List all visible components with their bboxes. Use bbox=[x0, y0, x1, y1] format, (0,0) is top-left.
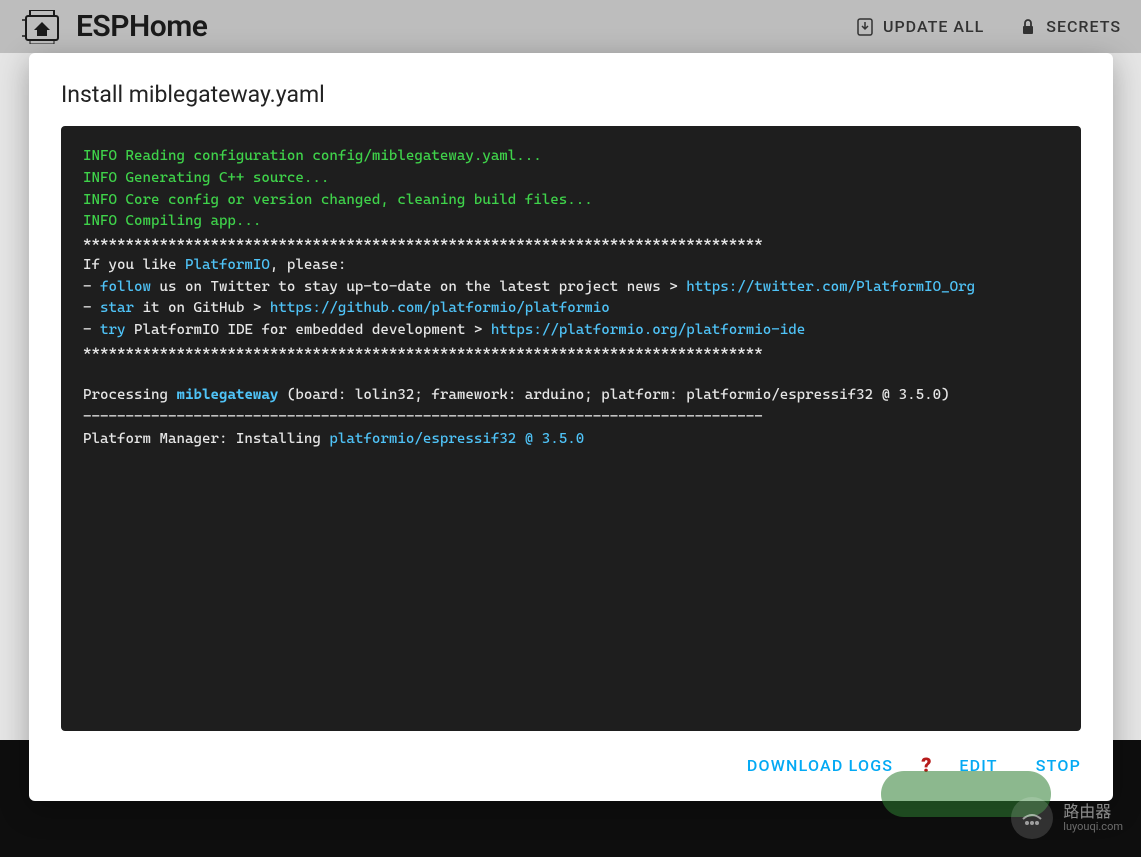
watermark-icon bbox=[1011, 797, 1053, 839]
twitter-url[interactable]: https://twitter.com/PlatformIO_Org bbox=[686, 279, 975, 295]
watermark: 路由器 luyouqi.com bbox=[1011, 797, 1123, 839]
esphome-logo-icon bbox=[20, 10, 64, 44]
download-logs-button[interactable]: DOWNLOAD LOGS bbox=[747, 756, 893, 775]
brand: ESPHome bbox=[20, 9, 207, 44]
github-url[interactable]: https://github.com/platformio/platformio bbox=[270, 300, 610, 316]
star-link[interactable]: star bbox=[100, 300, 134, 316]
install-dialog: Install miblegateway.yaml INFO Reading c… bbox=[29, 53, 1113, 801]
ide-url[interactable]: https://platformio.org/platformio-ide bbox=[491, 322, 805, 338]
follow-link[interactable]: follow bbox=[100, 279, 151, 295]
topbar: ESPHome UPDATE ALL SECRETS bbox=[0, 0, 1141, 53]
update-all-button[interactable]: UPDATE ALL bbox=[857, 17, 984, 36]
try-link[interactable]: try bbox=[100, 322, 126, 338]
terminal-output: INFO Reading configuration config/mibleg… bbox=[61, 126, 1081, 731]
watermark-subtext: luyouqi.com bbox=[1063, 820, 1123, 833]
log-line: - try PlatformIO IDE for embedded develo… bbox=[83, 322, 805, 338]
log-line: - star it on GitHub > https://github.com… bbox=[83, 300, 610, 316]
platformio-link[interactable]: PlatformIO bbox=[185, 257, 270, 273]
stop-button[interactable]: STOP bbox=[1036, 756, 1081, 775]
secrets-label: SECRETS bbox=[1046, 17, 1121, 36]
log-line: INFO Core config or version changed, cle… bbox=[83, 192, 593, 208]
log-line: ****************************************… bbox=[83, 344, 763, 360]
secrets-button[interactable]: SECRETS bbox=[1020, 17, 1121, 36]
log-line: ****************************************… bbox=[83, 235, 763, 251]
log-line: Processing miblegateway (board: lolin32;… bbox=[83, 387, 950, 403]
pm-package: platformio/espressif32 @ 3.5.0 bbox=[329, 431, 584, 447]
log-line: - follow us on Twitter to stay up-to-dat… bbox=[83, 279, 975, 295]
lock-icon bbox=[1020, 18, 1036, 36]
log-line: INFO Generating C++ source... bbox=[83, 170, 329, 186]
log-line: If you like PlatformIO, please: bbox=[83, 257, 346, 273]
log-line: ----------------------------------------… bbox=[83, 409, 763, 425]
log-line: INFO Compiling app... bbox=[83, 213, 261, 229]
log-line: Platform Manager: Installing platformio/… bbox=[83, 431, 584, 447]
topbar-actions: UPDATE ALL SECRETS bbox=[857, 17, 1121, 36]
update-all-label: UPDATE ALL bbox=[883, 17, 984, 36]
watermark-text: 路由器 bbox=[1063, 803, 1123, 821]
brand-name: ESPHome bbox=[76, 9, 207, 44]
processing-target: miblegateway bbox=[176, 387, 278, 403]
dialog-title: Install miblegateway.yaml bbox=[29, 53, 1113, 126]
download-update-icon bbox=[857, 18, 873, 36]
log-line: INFO Reading configuration config/mibleg… bbox=[83, 148, 542, 164]
